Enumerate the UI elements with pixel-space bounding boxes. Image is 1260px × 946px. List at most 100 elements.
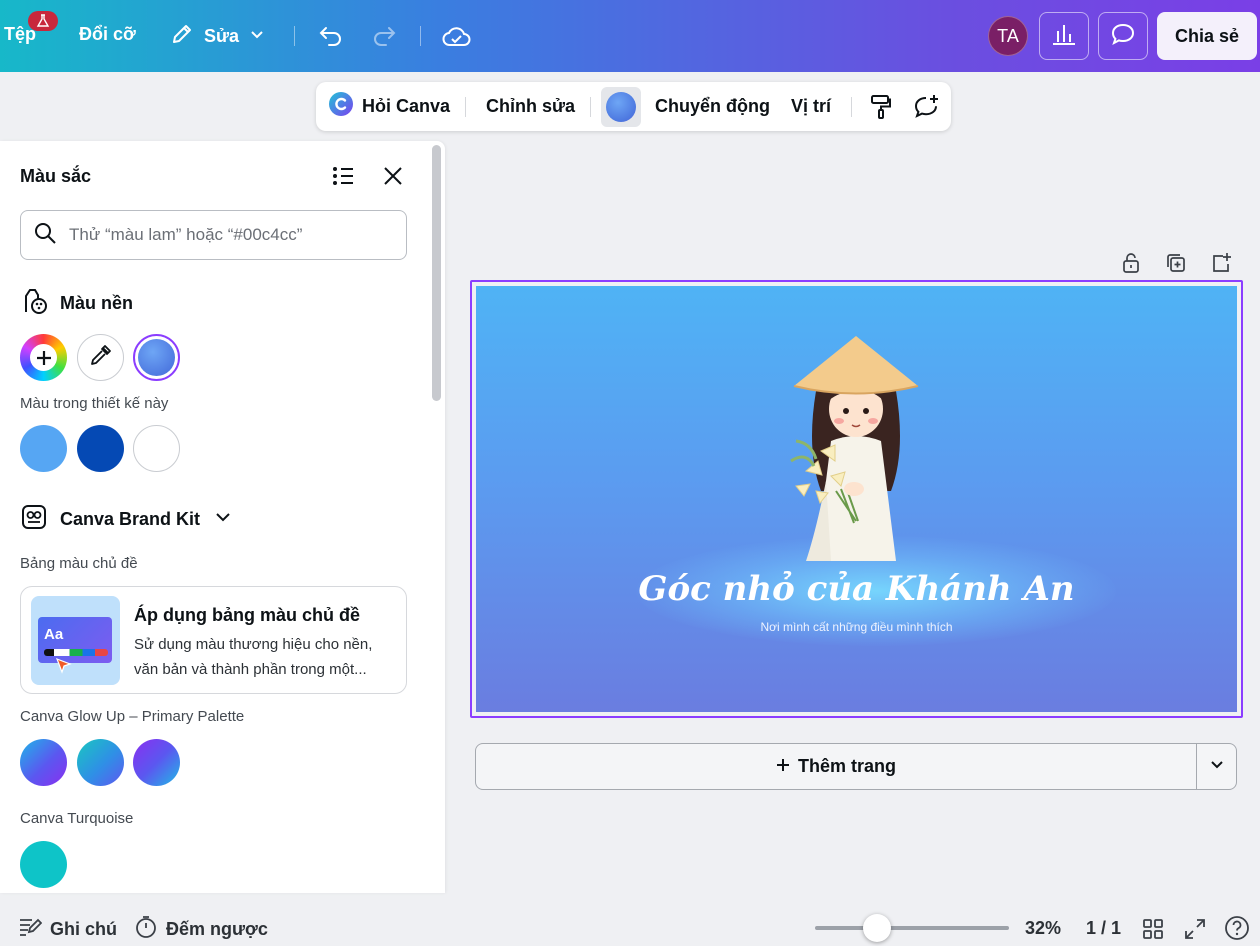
design-color-swatch[interactable] (133, 425, 180, 472)
toolbar-divider (590, 97, 591, 117)
apply-card-description: Sử dụng màu thương hiệu cho nền, văn bản… (134, 636, 373, 678)
brand-kit-heading[interactable]: Canva Brand Kit (20, 503, 232, 536)
edit-mode-button[interactable]: Sửa (170, 22, 265, 51)
zoom-slider-track[interactable] (815, 926, 1009, 930)
gradient-color-swatch[interactable] (20, 739, 67, 786)
add-color-button[interactable] (20, 334, 67, 381)
add-page-label: Thêm trang (797, 756, 896, 776)
background-color-heading: Màu nền (20, 287, 133, 320)
fullscreen-icon[interactable] (1183, 917, 1207, 941)
timer-button[interactable]: Đếm ngược (134, 912, 268, 946)
toolbar-divider (851, 97, 852, 117)
close-icon[interactable] (380, 163, 406, 189)
paint-roller-icon[interactable] (867, 82, 895, 131)
top-bar: Tệp Đổi cỡ Sửa TA Chia sẻ (0, 0, 1260, 72)
timer-icon (134, 915, 158, 944)
unlock-icon[interactable] (1120, 252, 1142, 274)
palette-thumbnail: Aa (31, 596, 120, 685)
apply-card-title: Áp dụng bảng màu chủ đề (134, 605, 360, 625)
comment-bubble-icon (1110, 22, 1136, 51)
add-page-icon[interactable] (1210, 252, 1232, 274)
add-comment-icon[interactable] (912, 82, 940, 131)
background-color-label: Màu nền (60, 293, 134, 313)
panel-scrollbar[interactable] (432, 145, 441, 401)
thumbnail-text: Aa (44, 626, 64, 643)
design-color-swatch[interactable] (77, 425, 124, 472)
eyedropper-icon (89, 343, 113, 372)
color-search-field[interactable] (20, 210, 407, 260)
help-icon[interactable] (1224, 915, 1250, 941)
avatar-initials: TA (997, 25, 1019, 46)
toolbar-divider (420, 26, 421, 46)
share-button[interactable]: Chia sẻ (1157, 12, 1257, 60)
glow-up-palette-label: Canva Glow Up – Primary Palette (20, 708, 245, 725)
turquoise-color-swatch[interactable] (20, 841, 67, 888)
cloud-saved-icon[interactable] (441, 22, 473, 50)
notes-button[interactable]: Ghi chú (18, 912, 117, 946)
plus-icon (30, 344, 57, 371)
undo-icon[interactable] (316, 22, 346, 50)
avatar[interactable]: TA (988, 16, 1028, 56)
apply-theme-palette-card[interactable]: Aa Áp dụng bảng màu chủ đề Sử dụng màu t… (20, 586, 407, 694)
ask-canva-label: Hỏi Canva (362, 96, 451, 116)
search-icon (33, 221, 57, 250)
current-color-swatch (606, 92, 636, 122)
edit-button[interactable]: Chỉnh sửa (486, 82, 575, 131)
design-color-swatch[interactable] (20, 425, 67, 472)
cursor-arrow-icon (53, 656, 73, 681)
flask-badge-icon (28, 11, 58, 31)
design-title: Góc nhỏ của Khánh An (638, 569, 1075, 609)
grid-view-icon[interactable] (1141, 917, 1165, 941)
add-page-dropdown[interactable] (1196, 744, 1236, 789)
chevron-down-icon (1210, 757, 1224, 776)
panel-title: Màu sắc (20, 166, 92, 186)
background-color-button[interactable] (601, 87, 641, 127)
add-page-button[interactable]: Thêm trang (476, 744, 1196, 789)
color-panel: Màu sắc Màu nền Màu trong thiết kế này (0, 141, 445, 893)
redo-icon[interactable] (369, 22, 399, 50)
page-counter[interactable]: 1 / 1 (1086, 918, 1121, 939)
canva-logo-icon (328, 91, 354, 122)
gradient-color-swatch[interactable] (133, 739, 180, 786)
selected-color-swatch[interactable] (133, 334, 180, 381)
pencil-icon (170, 22, 194, 51)
theme-palette-label: Bảng màu chủ đề (20, 555, 138, 572)
comments-button[interactable] (1098, 12, 1148, 60)
eyedropper-button[interactable] (77, 334, 124, 381)
paint-palette-icon (20, 287, 48, 320)
turquoise-palette-label: Canva Turquoise (20, 810, 134, 827)
brand-kit-label: Canva Brand Kit (60, 509, 201, 529)
share-label: Chia sẻ (1174, 25, 1240, 46)
plus-icon (776, 756, 790, 777)
search-input[interactable] (69, 225, 389, 245)
zoom-slider-thumb[interactable] (863, 914, 891, 942)
chevron-down-icon (249, 26, 265, 47)
in-design-colors-label: Màu trong thiết kế này (20, 395, 169, 412)
girl-illustration (790, 336, 919, 561)
toolbar-divider (465, 97, 466, 117)
resize-label: Đổi cỡ (79, 24, 136, 44)
bar-chart-icon (1051, 22, 1077, 51)
insights-button[interactable] (1039, 12, 1089, 60)
toolbar-divider (294, 26, 295, 46)
duplicate-page-icon[interactable] (1165, 252, 1187, 274)
position-button[interactable]: Vị trí (791, 82, 831, 131)
ask-canva-button[interactable]: Hỏi Canva (328, 82, 450, 131)
brand-kit-icon (20, 503, 48, 536)
chevron-down-icon (214, 508, 232, 531)
selected-color-fill (138, 339, 175, 376)
palette-strip (44, 649, 108, 656)
add-page-control: Thêm trang (475, 743, 1237, 790)
edit-mode-label: Sửa (204, 26, 240, 46)
edit-label: Chỉnh sửa (486, 96, 576, 116)
design-page[interactable]: Góc nhỏ của Khánh An Nơi mình cất những … (476, 286, 1237, 712)
design-subtitle: Nơi mình cất những điều mình thích (760, 620, 953, 634)
file-menu-button[interactable]: Tệp (4, 11, 58, 45)
gradient-color-swatch[interactable] (77, 739, 124, 786)
notes-label: Ghi chú (50, 918, 117, 939)
resize-button[interactable]: Đổi cỡ (79, 24, 136, 45)
list-view-icon[interactable] (330, 163, 356, 189)
animate-button[interactable]: Chuyển động (655, 82, 770, 131)
position-label: Vị trí (791, 96, 832, 116)
zoom-level[interactable]: 32% (1025, 918, 1061, 939)
